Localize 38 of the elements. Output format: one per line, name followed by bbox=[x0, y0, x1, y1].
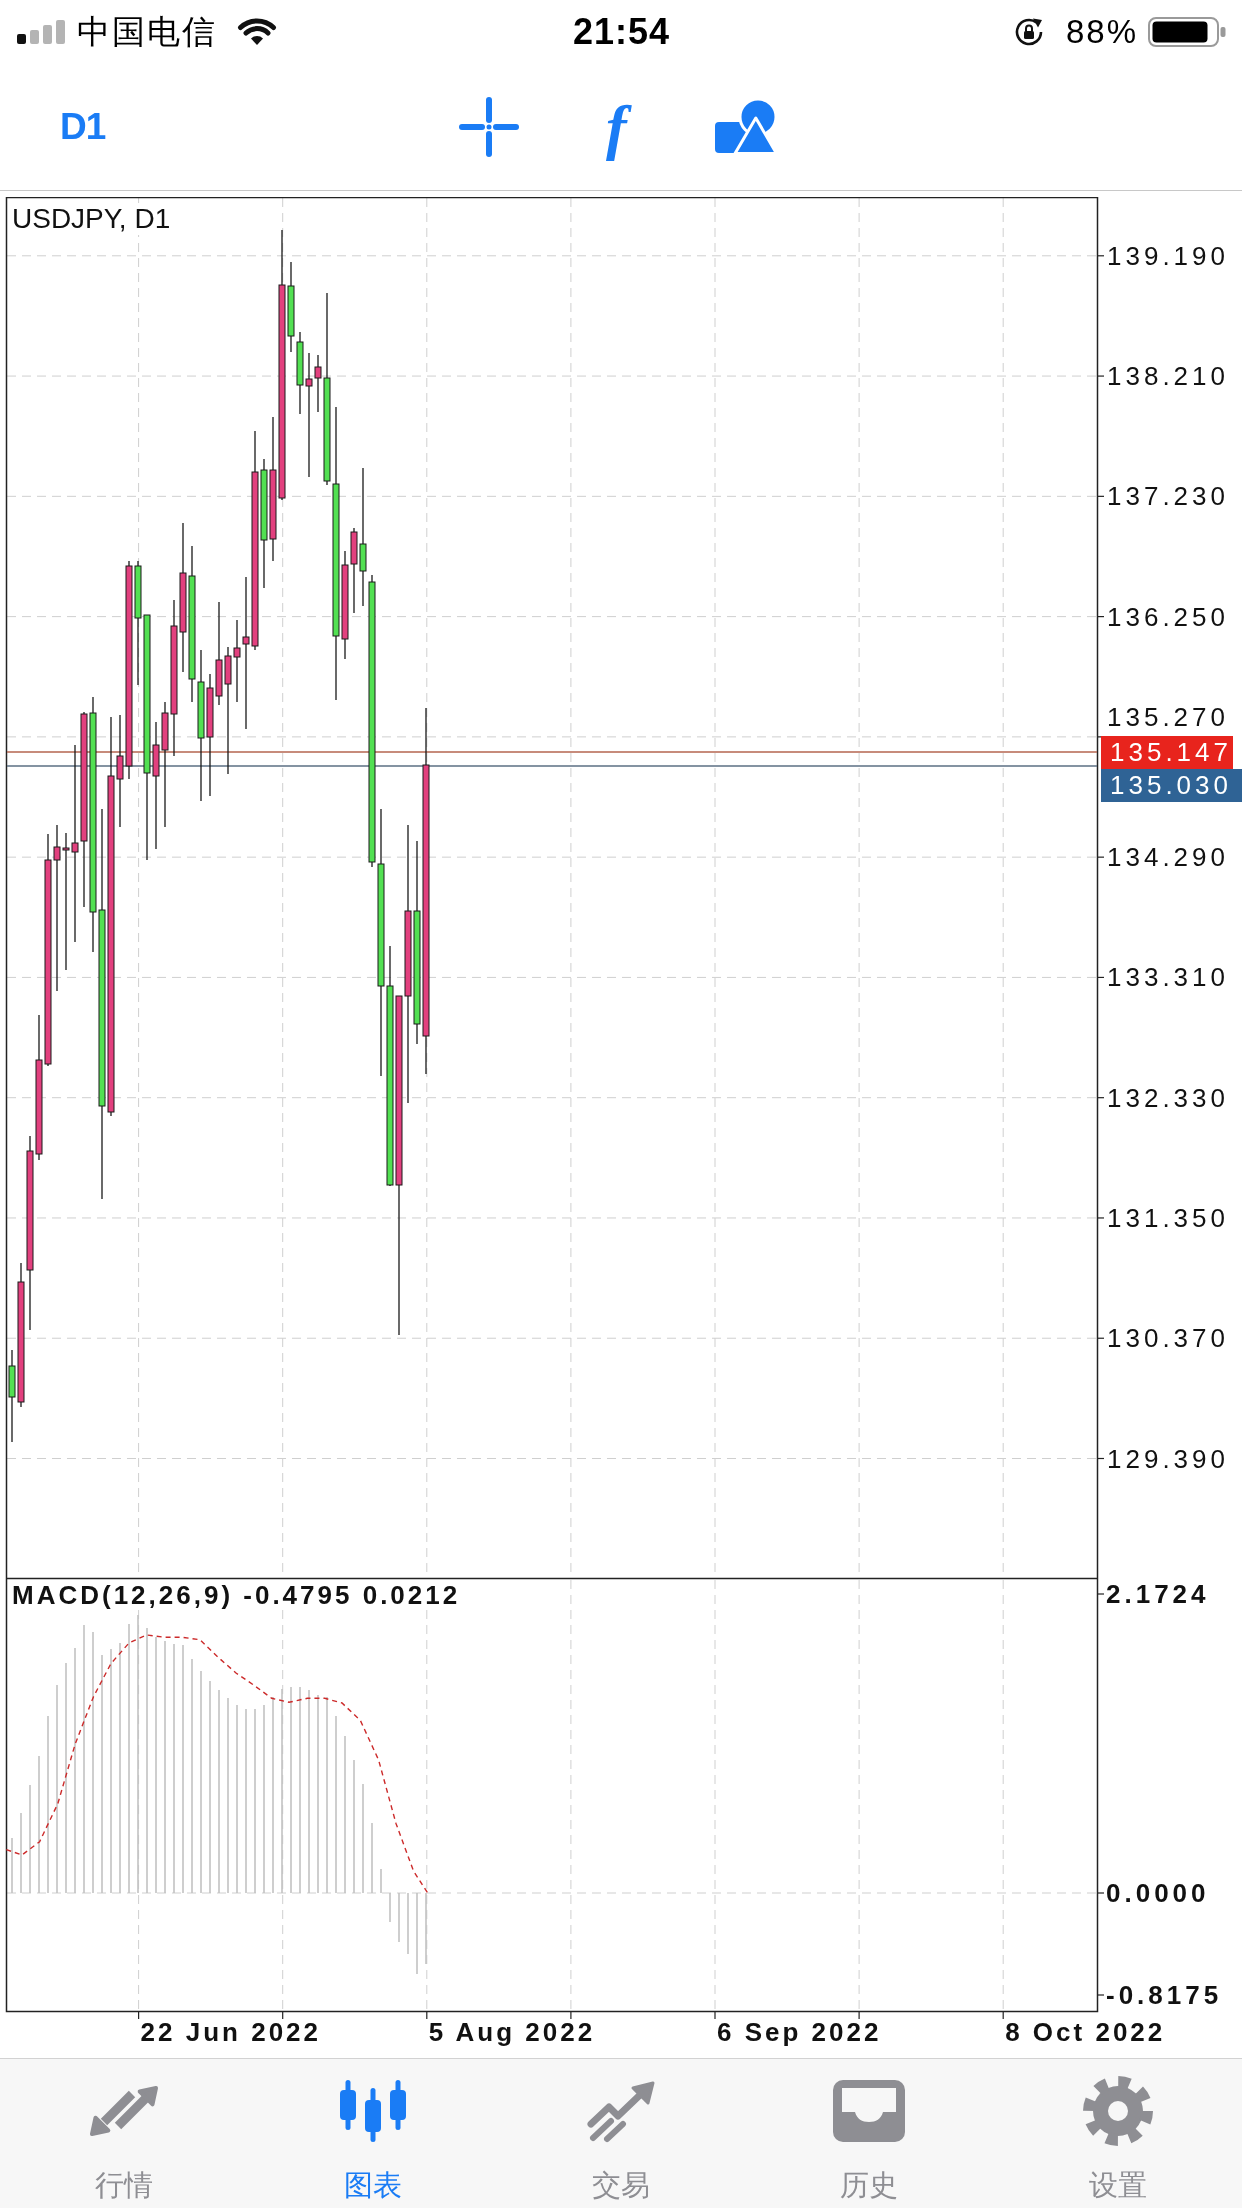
tab[interactable]: 历史 bbox=[745, 2059, 994, 2208]
clock-time: 21:54 bbox=[572, 11, 671, 52]
indicator-scale-label: 2.1724 bbox=[1106, 1578, 1210, 1611]
price-label: 134.290 bbox=[1107, 841, 1229, 875]
function-button[interactable]: f bbox=[580, 92, 653, 161]
price-label: 129.390 bbox=[1107, 1442, 1229, 1476]
indicator-scale-label: -0.8175 bbox=[1106, 1979, 1223, 2012]
price-label: 133.310 bbox=[1107, 961, 1229, 995]
inbox-tray-icon bbox=[833, 2079, 906, 2143]
price-label: 136.250 bbox=[1107, 600, 1229, 634]
tab[interactable]: 图表 bbox=[248, 2059, 497, 2208]
battery-percentage: 88% bbox=[1065, 11, 1138, 52]
price-label: 132.330 bbox=[1107, 1081, 1229, 1115]
trend-arrow-icon bbox=[585, 2079, 657, 2143]
indicator-scale-label: 0.0000 bbox=[1106, 1877, 1210, 1910]
price-label: 137.230 bbox=[1107, 480, 1229, 514]
date-label: 8 Oct 2022 bbox=[1005, 2017, 1166, 2047]
timeframe-button[interactable]: D1 bbox=[58, 104, 108, 149]
price-label: 131.350 bbox=[1107, 1201, 1229, 1235]
tab[interactable]: 设置 bbox=[993, 2059, 1242, 2208]
date-label: 22 Jun 2022 bbox=[140, 2017, 322, 2047]
price-label: 135.270 bbox=[1107, 700, 1229, 734]
ask-price-tag: 135.147 bbox=[1101, 735, 1233, 769]
rotation-lock-icon bbox=[1013, 16, 1044, 47]
signal-bars-icon bbox=[17, 19, 65, 44]
carrier-name: 中国电信 bbox=[77, 11, 217, 52]
gear-icon bbox=[1081, 2075, 1154, 2147]
tab[interactable]: 交易 bbox=[496, 2059, 746, 2208]
battery-icon bbox=[1148, 16, 1226, 47]
crosshair-icon[interactable] bbox=[459, 96, 520, 157]
date-label: 5 Aug 2022 bbox=[428, 2017, 596, 2047]
price-label: 139.190 bbox=[1107, 239, 1229, 273]
price-label: 138.210 bbox=[1107, 360, 1229, 394]
bid-price-tag: 135.030 bbox=[1101, 769, 1242, 802]
tab[interactable]: 行情 bbox=[0, 2059, 249, 2208]
wifi-icon bbox=[237, 17, 277, 46]
price-label: 130.370 bbox=[1107, 1322, 1229, 1356]
date-label: 6 Sep 2022 bbox=[717, 2017, 882, 2047]
